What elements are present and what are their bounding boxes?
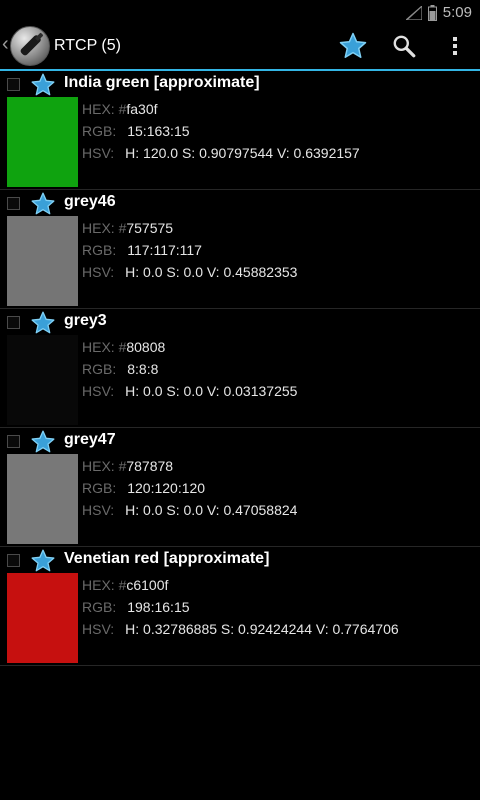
color-name: grey47	[64, 431, 116, 448]
rgb-label: RGB:	[82, 480, 117, 496]
item-checkbox[interactable]	[7, 78, 20, 91]
hex-label: HEX: #	[82, 220, 127, 236]
favorite-star-icon[interactable]	[30, 72, 56, 98]
favorite-star-icon[interactable]	[30, 191, 56, 217]
hex-field: HEX: #fa30f	[82, 101, 158, 117]
item-checkbox[interactable]	[7, 316, 20, 329]
hex-value: c6100f	[126, 577, 169, 593]
hsv-label: HSV:	[82, 502, 115, 518]
hex-field: HEX: #c6100f	[82, 577, 168, 593]
item-checkbox[interactable]	[7, 435, 20, 448]
hsv-label: HSV:	[82, 621, 115, 637]
color-name: India green [approximate]	[64, 74, 260, 91]
hsv-value: H: 0.0 S: 0.0 V: 0.47058824	[125, 502, 298, 518]
hsv-field: HSV: H: 0.0 S: 0.0 V: 0.03137255	[82, 383, 297, 399]
color-list: India green [approximate] HEX: #fa30f RG…	[0, 71, 480, 666]
rgb-field: RGB: 198:16:15	[82, 599, 190, 615]
favorite-star-icon[interactable]	[30, 548, 56, 574]
rgb-value: 120:120:120	[127, 480, 206, 496]
color-swatch	[7, 573, 78, 663]
rgb-value: 8:8:8	[127, 361, 159, 377]
hsv-label: HSV:	[82, 145, 115, 161]
favorite-star-icon[interactable]	[30, 429, 56, 455]
rgb-value: 15:163:15	[127, 123, 190, 139]
color-list-item[interactable]: grey46 HEX: #757575 RGB: 117:117:117 HSV:…	[0, 190, 480, 309]
hsv-label: HSV:	[82, 264, 115, 280]
rgb-label: RGB:	[82, 361, 117, 377]
rgb-field: RGB: 120:120:120	[82, 480, 205, 496]
color-list-item[interactable]: Venetian red [approximate] HEX: #c6100f …	[0, 547, 480, 666]
hex-value: 787878	[126, 458, 174, 474]
signal-icon	[405, 5, 422, 20]
hsv-field: HSV: H: 0.0 S: 0.0 V: 0.45882353	[82, 264, 297, 280]
color-list-item[interactable]: grey3 HEX: #80808 RGB: 8:8:8 HSV: H: 0.0 S…	[0, 309, 480, 428]
hsv-value: H: 0.32786885 S: 0.92424244 V: 0.7764706	[125, 621, 399, 637]
status-icons: 5:09	[405, 2, 472, 23]
hex-label: HEX: #	[82, 577, 127, 593]
status-time: 5:09	[442, 4, 472, 21]
hsv-value: H: 120.0 S: 0.90797544 V: 0.6392157	[125, 145, 360, 161]
color-list-item[interactable]: India green [approximate] HEX: #fa30f RG…	[0, 71, 480, 190]
rgb-field: RGB: 117:117:117	[82, 242, 202, 258]
rgb-label: RGB:	[82, 599, 117, 615]
action-bar: ‹ RTCP (5)	[0, 25, 480, 69]
hsv-field: HSV: H: 120.0 S: 0.90797544 V: 0.6392157	[82, 145, 360, 161]
color-picker-icon	[20, 32, 44, 56]
hex-label: HEX: #	[82, 458, 127, 474]
color-name: grey46	[64, 193, 116, 210]
color-swatch	[7, 454, 78, 544]
color-swatch	[7, 335, 78, 425]
color-swatch	[7, 97, 78, 187]
rgb-field: RGB: 15:163:15	[82, 123, 190, 139]
rgb-field: RGB: 8:8:8	[82, 361, 158, 377]
hex-field: HEX: #80808	[82, 339, 165, 355]
rgb-value: 117:117:117	[127, 242, 202, 258]
hsv-value: H: 0.0 S: 0.0 V: 0.45882353	[125, 264, 298, 280]
color-name: grey3	[64, 312, 107, 329]
hex-value: 80808	[126, 339, 166, 355]
item-checkbox[interactable]	[7, 554, 20, 567]
hsv-field: HSV: H: 0.0 S: 0.0 V: 0.47058824	[82, 502, 297, 518]
search-icon[interactable]	[391, 33, 417, 59]
battery-icon	[427, 4, 437, 21]
hex-label: HEX: #	[82, 101, 127, 117]
hsv-value: H: 0.0 S: 0.0 V: 0.03137255	[125, 383, 298, 399]
star-icon[interactable]	[338, 31, 368, 61]
hsv-label: HSV:	[82, 383, 115, 399]
hex-value: fa30f	[126, 101, 158, 117]
hsv-field: HSV: H: 0.32786885 S: 0.92424244 V: 0.776…	[82, 621, 399, 637]
app-title: RTCP (5)	[54, 37, 121, 54]
color-swatch	[7, 216, 78, 306]
overflow-menu-icon[interactable]	[448, 33, 462, 59]
rgb-label: RGB:	[82, 242, 117, 258]
up-caret-icon[interactable]: ‹	[2, 33, 9, 56]
rgb-value: 198:16:15	[127, 599, 190, 615]
color-name: Venetian red [approximate]	[64, 550, 270, 567]
hex-label: HEX: #	[82, 339, 127, 355]
color-list-item[interactable]: grey47 HEX: #787878 RGB: 120:120:120 HSV:…	[0, 428, 480, 547]
hex-field: HEX: #787878	[82, 458, 173, 474]
app-logo[interactable]	[10, 26, 50, 66]
hex-field: HEX: #757575	[82, 220, 173, 236]
favorite-star-icon[interactable]	[30, 310, 56, 336]
rgb-label: RGB:	[82, 123, 117, 139]
hex-value: 757575	[126, 220, 174, 236]
item-checkbox[interactable]	[7, 197, 20, 210]
status-bar: 5:09	[0, 0, 480, 25]
